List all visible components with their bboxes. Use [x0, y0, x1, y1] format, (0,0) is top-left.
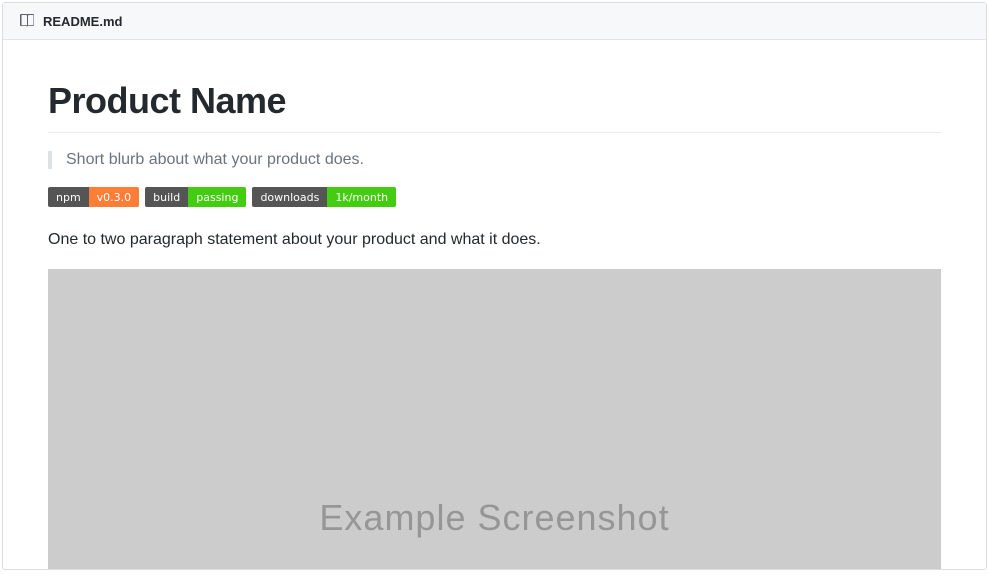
screenshot-label: Example Screenshot — [319, 497, 669, 539]
readme-container: README.md Product Name Short blurb about… — [2, 2, 987, 570]
readme-header: README.md — [3, 3, 986, 40]
badges-row: npm v0.3.0 build passing downloads 1k/mo… — [48, 187, 941, 207]
product-title: Product Name — [48, 80, 941, 133]
badge-value: v0.3.0 — [89, 187, 140, 207]
readme-content: Product Name Short blurb about what your… — [3, 40, 986, 569]
blurb-text: Short blurb about what your product does… — [66, 151, 364, 168]
badge-build[interactable]: build passing — [145, 187, 246, 207]
badge-label: npm — [48, 187, 89, 207]
badge-label: downloads — [252, 187, 327, 207]
badge-npm[interactable]: npm v0.3.0 — [48, 187, 139, 207]
badge-value: 1k/month — [327, 187, 396, 207]
book-icon — [19, 13, 35, 29]
badge-label: build — [145, 187, 188, 207]
readme-filename: README.md — [43, 14, 122, 29]
product-blurb: Short blurb about what your product does… — [48, 151, 941, 169]
product-description: One to two paragraph statement about you… — [48, 231, 941, 249]
screenshot-placeholder: Example Screenshot — [48, 269, 941, 569]
badge-value: passing — [188, 187, 246, 207]
badge-downloads[interactable]: downloads 1k/month — [252, 187, 396, 207]
